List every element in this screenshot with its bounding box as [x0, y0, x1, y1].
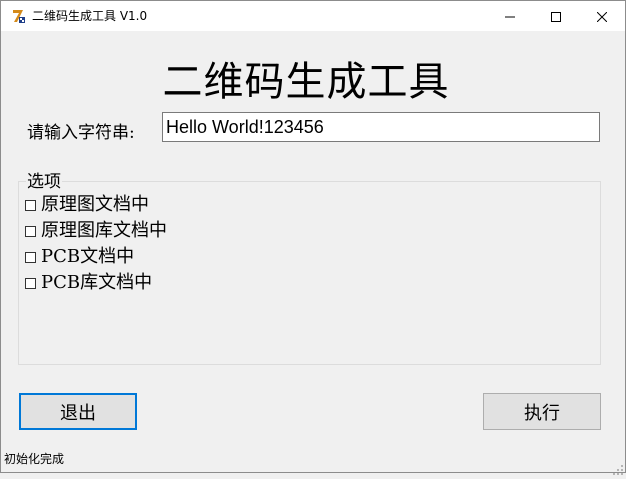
minimize-icon — [505, 7, 515, 26]
input-label: 请输入字符串: — [27, 123, 135, 143]
checkbox[interactable] — [25, 225, 36, 237]
string-input[interactable] — [162, 112, 600, 142]
close-button[interactable] — [579, 1, 625, 31]
checkbox[interactable] — [25, 199, 36, 211]
close-icon — [596, 7, 608, 26]
option-pcb-lib[interactable]: PCB库文档中 — [25, 271, 152, 295]
checkbox[interactable] — [25, 277, 36, 289]
option-label: PCB库文档中 — [41, 272, 153, 293]
option-label: 原理图库文档中 — [41, 220, 167, 241]
resize-grip-icon[interactable] — [613, 460, 623, 475]
option-schematic-doc[interactable]: 原理图文档中 — [25, 193, 149, 217]
checkbox[interactable] — [25, 251, 36, 263]
exit-button[interactable]: 退出 — [19, 393, 137, 430]
maximize-button[interactable] — [533, 1, 579, 31]
qr-tool-icon — [10, 8, 26, 24]
app-window: 二维码生成工具 V1.0 二维码生成工具 请输入字符串: 选项 原理图文档中 原… — [0, 0, 626, 475]
page-title: 二维码生成工具 — [162, 59, 450, 105]
minimize-button[interactable] — [487, 1, 533, 31]
option-pcb-doc[interactable]: PCB文档中 — [25, 245, 134, 269]
status-text: 初始化完成 — [4, 452, 65, 466]
window-title: 二维码生成工具 V1.0 — [32, 9, 148, 23]
run-button[interactable]: 执行 — [483, 393, 601, 430]
option-schematic-lib[interactable]: 原理图库文档中 — [25, 219, 167, 243]
option-label: 原理图文档中 — [41, 194, 149, 215]
title-bar[interactable]: 二维码生成工具 V1.0 — [1, 1, 625, 31]
option-label: PCB文档中 — [41, 246, 135, 267]
maximize-icon — [551, 7, 561, 26]
options-legend: 选项 — [26, 171, 62, 193]
